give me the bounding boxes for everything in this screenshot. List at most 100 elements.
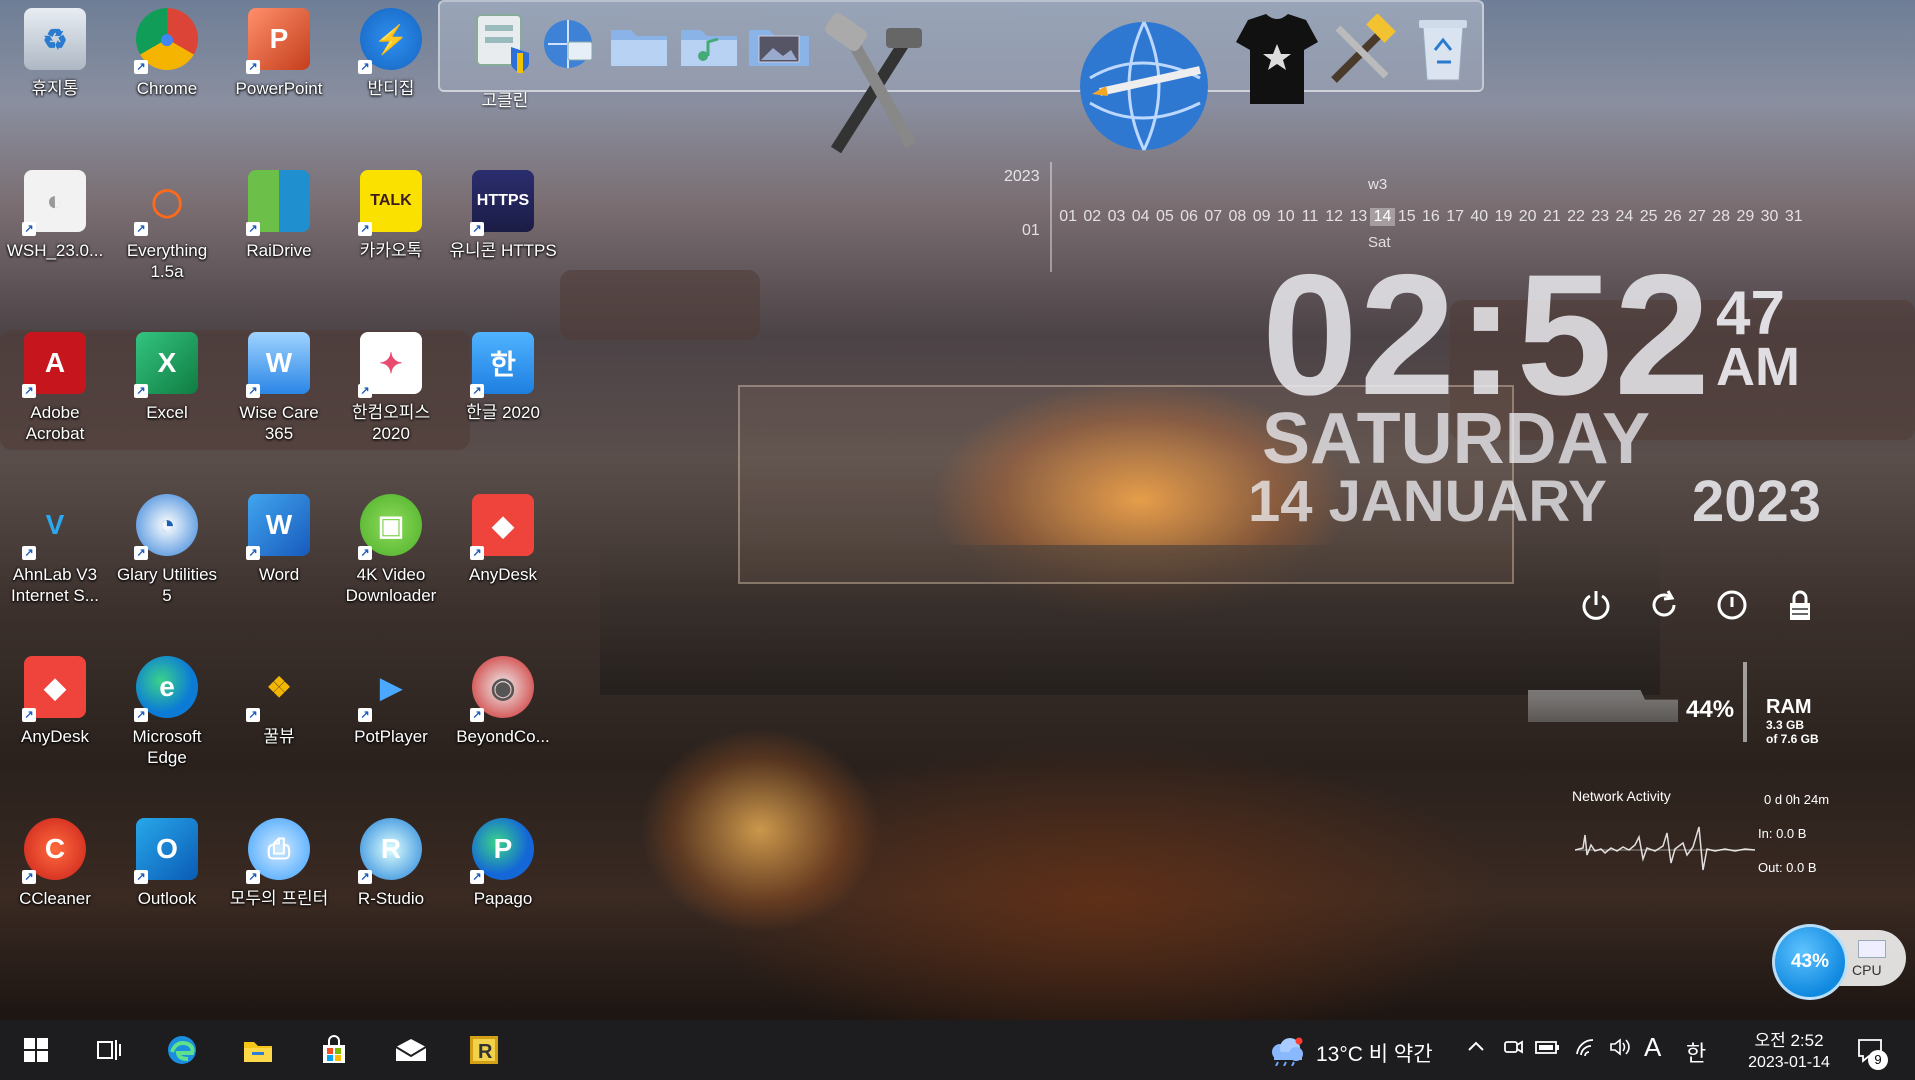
- calendar-day: 01: [1059, 208, 1077, 225]
- desktop-icon-ccleaner[interactable]: C ↗ CCleaner: [1, 818, 109, 909]
- desktop-icon-wise-care[interactable]: W ↗ Wise Care 365: [225, 332, 333, 444]
- ram-label: RAM: [1766, 696, 1812, 718]
- tshirt-icon[interactable]: [1232, 8, 1322, 112]
- shortcut-arrow-icon: ↗: [358, 60, 372, 74]
- desktop-icon-word[interactable]: W ↗ Word: [225, 494, 333, 585]
- weather-text[interactable]: 13°C 비 약간: [1316, 1038, 1433, 1068]
- desktop-icon-honeyview[interactable]: ❖ ↗ 꿀뷰: [225, 656, 333, 747]
- desktop-icon-document[interactable]: ◐ ↗ WSH_23.0...: [1, 170, 109, 261]
- music-folder-icon[interactable]: [676, 12, 742, 76]
- shortcut-arrow-icon: ↗: [358, 546, 372, 560]
- shortcut-arrow-icon: ↗: [22, 546, 36, 560]
- tools-icon[interactable]: [816, 10, 926, 160]
- pictures-folder-icon[interactable]: [744, 12, 814, 76]
- shortcut-arrow-icon: ↗: [358, 384, 372, 398]
- desktop-icon-anydesk[interactable]: ◆ ↗ AnyDesk: [1, 656, 109, 747]
- mail-icon[interactable]: [394, 1034, 426, 1066]
- desktop-icon-r-studio[interactable]: R ↗ R-Studio: [337, 818, 445, 909]
- chevron-up-icon[interactable]: [1466, 1036, 1486, 1062]
- start-button[interactable]: [20, 1034, 52, 1066]
- calendar-day: 25: [1639, 208, 1658, 225]
- task-view-icon[interactable]: [92, 1034, 124, 1066]
- desktop-icon-raidrive[interactable]: ↗ RaiDrive: [225, 170, 333, 261]
- desktop-icon-4k-video-downloader[interactable]: ▣ ↗ 4K Video Downloader: [337, 494, 445, 606]
- shortcut-arrow-icon: ↗: [246, 222, 260, 236]
- desktop-icon-label: 한컴오피스 2020: [351, 403, 431, 443]
- notification-count: 9: [1868, 1050, 1888, 1070]
- shortcut-arrow-icon: ↗: [246, 870, 260, 884]
- desktop-icon-everything-search[interactable]: ◯ ↗ Everything 1.5a: [113, 170, 221, 282]
- desktop-icon-potplayer[interactable]: ▶ ↗ PotPlayer: [337, 656, 445, 747]
- desktop-icon-label: Outlook: [137, 889, 197, 908]
- battery-icon[interactable]: [1534, 1036, 1560, 1064]
- desktop-icon-label: Papago: [473, 889, 533, 908]
- desktop-icon-printer[interactable]: ⎙ ↗ 모두의 프린터: [225, 818, 333, 909]
- standby-icon[interactable]: [1714, 588, 1750, 624]
- desktop-icon-kakaotalk[interactable]: TALK ↗ 카카오톡: [337, 170, 445, 261]
- top-dock: [438, 0, 1484, 154]
- ram-used: 3.3 GB: [1766, 718, 1805, 732]
- desktop-icon-acrobat[interactable]: A ↗ Adobe Acrobat: [1, 332, 109, 444]
- potplayer-icon: ▶ ↗: [358, 656, 422, 722]
- wifi-icon[interactable]: [1574, 1036, 1598, 1064]
- desktop-icon-label: PowerPoint: [235, 79, 323, 98]
- calendar-month: 01: [1022, 222, 1040, 239]
- r-app-icon[interactable]: R: [468, 1034, 500, 1066]
- calendar-day: 30: [1760, 208, 1779, 225]
- shortcut-arrow-icon: ↗: [470, 222, 484, 236]
- recycle-bin-dock-icon[interactable]: [1406, 12, 1480, 86]
- desktop-icon-bandizip[interactable]: ⚡ ↗ 반디집: [337, 8, 445, 99]
- hammer-wrench-icon[interactable]: [1322, 12, 1402, 92]
- shortcut-arrow-icon: ↗: [134, 222, 148, 236]
- calendar-day: 02: [1083, 208, 1102, 225]
- desktop-icon-recycle-bin[interactable]: ♻ 휴지통: [1, 8, 109, 99]
- desktop-icon-label: Glary Utilities 5: [116, 565, 218, 605]
- desktop-icon-label: 한글 2020: [466, 403, 540, 422]
- folder-icon[interactable]: [606, 12, 672, 76]
- shutdown-icon[interactable]: [1578, 588, 1614, 624]
- store-icon[interactable]: [318, 1034, 350, 1066]
- dock-label: 고클린: [481, 91, 529, 110]
- 4k-video-downloader-icon: ▣ ↗: [358, 494, 422, 560]
- edge-taskbar-icon[interactable]: [166, 1034, 198, 1066]
- desktop-icon-label: RaiDrive: [246, 241, 312, 260]
- desktop-icon-outlook[interactable]: O ↗ Outlook: [113, 818, 221, 909]
- file-explorer-icon[interactable]: [242, 1034, 274, 1066]
- desktop-icon-ahnlab-v3[interactable]: V ↗ AhnLab V3 Internet S...: [1, 494, 109, 606]
- desktop-icon-anydesk[interactable]: ◆ ↗ AnyDesk: [449, 494, 557, 585]
- desktop-icon-label: Chrome: [136, 79, 198, 98]
- desktop-icon-excel[interactable]: X ↗ Excel: [113, 332, 221, 423]
- shortcut-arrow-icon: ↗: [470, 708, 484, 722]
- calendar-day: 06: [1180, 208, 1198, 225]
- desktop-icon-beyond-compare[interactable]: ◉ ↗ BeyondCo...: [449, 656, 557, 747]
- ram-divider: [1743, 662, 1747, 742]
- font-indicator[interactable]: A: [1644, 1032, 1661, 1063]
- outlook-icon: O ↗: [134, 818, 198, 884]
- shortcut-arrow-icon: ↗: [470, 546, 484, 560]
- globe-rocket-icon[interactable]: [1070, 8, 1220, 158]
- ime-indicator[interactable]: 한: [1686, 1036, 1706, 1068]
- everything-search-icon: ◯ ↗: [134, 170, 198, 236]
- desktop-icon-label: WSH_23.0...: [6, 241, 104, 260]
- weather-icon[interactable]: [1266, 1034, 1306, 1067]
- desktop-icon-powerpoint[interactable]: P ↗ PowerPoint: [225, 8, 333, 99]
- desktop-icon-hangul[interactable]: 한 ↗ 한글 2020: [449, 332, 557, 423]
- desktop-icon-glary-utilities[interactable]: ◔ ↗ Glary Utilities 5: [113, 494, 221, 606]
- desktop-icon-hancom-office[interactable]: ✦ ↗ 한컴오피스 2020: [337, 332, 445, 444]
- desktop-icon-edge[interactable]: e ↗ Microsoft Edge: [113, 656, 221, 768]
- desktop-icon-papago[interactable]: P ↗ Papago: [449, 818, 557, 909]
- tray-date[interactable]: 2023-01-14: [1734, 1054, 1844, 1072]
- shortcut-arrow-icon: ↗: [134, 708, 148, 722]
- desktop-icon-unicorn-https[interactable]: HTTPS ↗ 유니콘 HTTPS: [449, 170, 557, 261]
- calendar-divider: [1050, 162, 1052, 272]
- network-globe-icon[interactable]: [536, 12, 600, 76]
- lock-icon[interactable]: [1782, 588, 1818, 624]
- meet-now-icon[interactable]: [1502, 1036, 1524, 1064]
- restart-icon[interactable]: [1646, 588, 1682, 624]
- volume-icon[interactable]: [1608, 1036, 1632, 1064]
- calendar-day: 26: [1663, 208, 1682, 225]
- desktop-icon-label: 꿀뷰: [263, 727, 295, 746]
- desktop-icon-chrome[interactable]: ● ↗ Chrome: [113, 8, 221, 99]
- tray-time[interactable]: 오전 2:52: [1734, 1026, 1844, 1051]
- gocleaner-icon[interactable]: [470, 8, 536, 74]
